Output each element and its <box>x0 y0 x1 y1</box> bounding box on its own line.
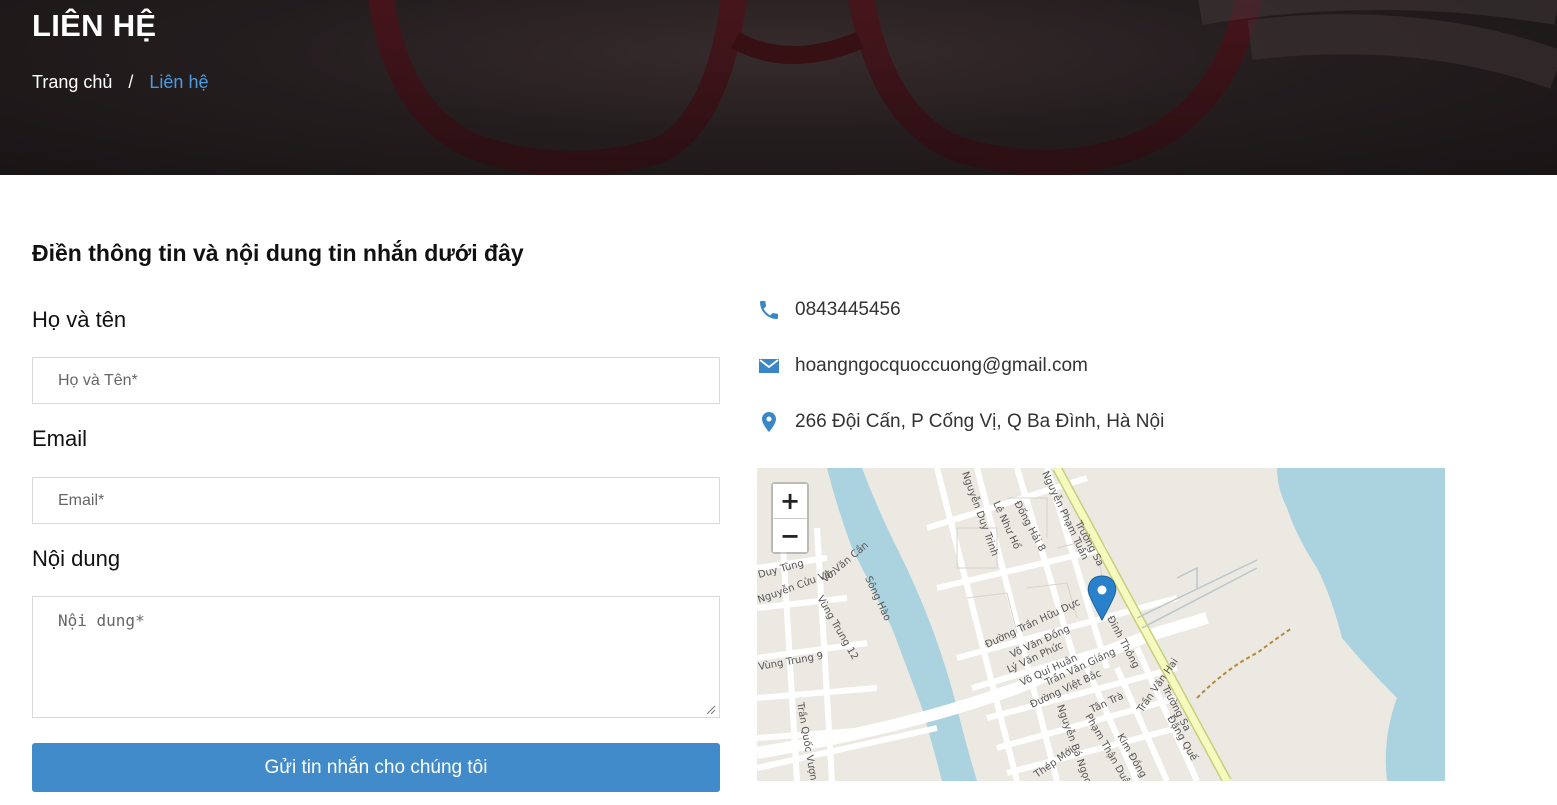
hero-banner: LIÊN HỆ Trang chủ / Liên hệ <box>0 0 1557 175</box>
contact-phone[interactable]: 0843445456 <box>795 299 901 321</box>
resize-handle-icon[interactable] <box>706 705 716 715</box>
contact-email-row: hoangngocquoccuong@gmail.com <box>757 354 1088 378</box>
form-heading: Điền thông tin và nội dung tin nhắn dưới… <box>32 240 524 266</box>
zoom-in-button[interactable]: + <box>773 484 807 518</box>
contact-phone-row: 0843445456 <box>757 298 901 322</box>
location-pin-icon <box>757 410 781 434</box>
contact-address: 266 Đội Cấn, P Cống Vị, Q Ba Đình, Hà Nộ… <box>795 411 1165 432</box>
message-textarea[interactable] <box>32 596 720 718</box>
message-label: Nội dung <box>32 546 121 571</box>
zoom-out-button[interactable]: − <box>773 518 807 552</box>
name-label: Họ và tên <box>32 307 127 332</box>
name-input[interactable] <box>32 357 720 404</box>
map[interactable]: Trường Sa Trường Sa Nguyễn Duy Trinh Lê … <box>757 468 1445 781</box>
phone-icon <box>757 298 781 322</box>
email-input[interactable] <box>32 477 720 524</box>
email-label: Email <box>32 426 88 451</box>
contact-address-row: 266 Đội Cấn, P Cống Vị, Q Ba Đình, Hà Nộ… <box>757 410 1164 434</box>
submit-button[interactable]: Gửi tin nhắn cho chúng tôi <box>32 743 720 792</box>
page-title: LIÊN HỆ <box>32 8 157 43</box>
contact-email[interactable]: hoangngocquoccuong@gmail.com <box>795 355 1088 377</box>
map-tiles[interactable]: Trường Sa Trường Sa Nguyễn Duy Trinh Lê … <box>757 468 1445 781</box>
breadcrumb-current: Liên hệ <box>149 72 209 92</box>
envelope-icon <box>757 354 781 378</box>
breadcrumb-home-link[interactable]: Trang chủ <box>32 72 112 93</box>
map-zoom-control: + − <box>771 482 809 554</box>
breadcrumb-separator: / <box>128 72 134 92</box>
breadcrumb: Trang chủ / Liên hệ <box>32 72 208 93</box>
